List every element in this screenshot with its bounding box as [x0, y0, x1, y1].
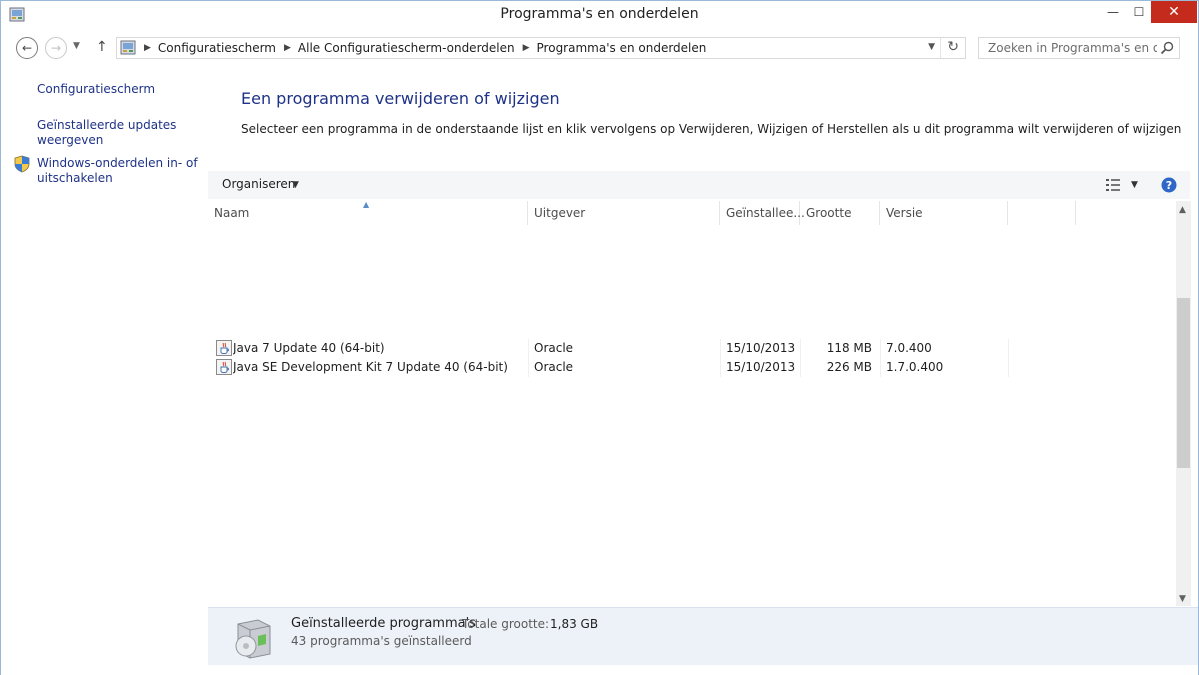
page-description: Selecteer een programma in de onderstaan… — [241, 122, 1181, 136]
window: Programma's en onderdelen — ☐ ✕ ← → ▼ ↑ … — [0, 0, 1199, 675]
program-list: Java 7 Update 40 (64-bit) Oracle 15/10/2… — [208, 339, 1176, 377]
column-header-name[interactable]: Naam ▲ — [208, 200, 528, 225]
column-divider — [528, 339, 529, 358]
window-bottom-edge — [1, 665, 1198, 675]
program-name: Java SE Development Kit 7 Update 40 (64-… — [233, 360, 508, 374]
details-title: Geïnstalleerde programma's — [291, 616, 476, 631]
help-icon[interactable]: ? — [1161, 177, 1177, 193]
window-title: Programma's en onderdelen — [500, 6, 699, 22]
command-toolbar: Organiseren ▼ ▼ ? — [208, 171, 1190, 199]
breadcrumb-control-panel[interactable]: Configuratiescherm — [158, 41, 276, 55]
organize-dropdown-icon[interactable]: ▼ — [292, 180, 299, 190]
column-header-row: Naam ▲ Uitgever Geïnstallee... Grootte V… — [208, 200, 1176, 225]
program-publisher: Oracle — [534, 341, 574, 355]
column-divider — [528, 358, 529, 377]
scrollbar-thumb[interactable] — [1177, 298, 1190, 468]
column-divider — [1008, 339, 1009, 358]
program-version: 1.7.0.400 — [886, 360, 944, 374]
column-divider — [880, 339, 881, 358]
up-button[interactable]: ↑ — [96, 39, 108, 55]
column-header-label: Versie — [886, 206, 923, 220]
program-size: 226 MB — [826, 360, 872, 374]
view-options-dropdown-icon[interactable]: ▼ — [1131, 180, 1138, 190]
control-panel-icon — [120, 40, 136, 55]
breadcrumb-separator-icon[interactable]: ▶ — [144, 43, 151, 53]
total-size-label: Totale grootte: — [462, 617, 550, 631]
program-size: 118 MB — [826, 341, 872, 355]
installed-programs-icon — [235, 619, 271, 659]
view-details-icon[interactable] — [1105, 178, 1121, 192]
svg-text:?: ? — [1166, 179, 1172, 192]
search-box[interactable] — [978, 37, 1180, 59]
table-row[interactable]: Java SE Development Kit 7 Update 40 (64-… — [208, 358, 1176, 377]
minimize-button[interactable]: — — [1099, 1, 1127, 23]
navigation-bar: ← → ▼ ↑ ▶ Configuratiescherm ▶ Alle Conf… — [1, 33, 1198, 63]
search-input[interactable] — [979, 38, 1157, 58]
maximize-button[interactable]: ☐ — [1125, 1, 1153, 23]
sidebar-item-windows-features[interactable]: Windows-onderdelen in- of uitschakelen — [37, 156, 202, 186]
program-name: Java 7 Update 40 (64-bit) — [233, 341, 385, 355]
organize-button[interactable]: Organiseren — [222, 177, 295, 191]
program-publisher: Oracle — [534, 360, 574, 374]
details-pane: Geïnstalleerde programma's Totale groott… — [208, 607, 1198, 665]
address-divider — [940, 38, 941, 58]
installed-count: 43 programma's geïnstalleerd — [291, 634, 472, 648]
breadcrumb-programs[interactable]: Programma's en onderdelen — [537, 41, 707, 55]
column-header-version[interactable]: Versie — [880, 201, 1008, 225]
java-icon — [216, 340, 232, 356]
scroll-up-icon[interactable]: ▲ — [1179, 205, 1186, 215]
column-header-size[interactable]: Grootte — [800, 201, 880, 225]
back-button[interactable]: ← — [16, 37, 38, 59]
breadcrumb-all-items[interactable]: Alle Configuratiescherm-onderdelen — [298, 41, 515, 55]
recent-locations-icon[interactable]: ▼ — [73, 41, 80, 51]
title-bar[interactable]: Programma's en onderdelen — ☐ ✕ — [1, 1, 1198, 29]
forward-button[interactable]: → — [45, 37, 67, 59]
column-header-label: Uitgever — [534, 206, 586, 220]
program-installed-date: 15/10/2013 — [726, 360, 796, 374]
scroll-down-icon[interactable]: ▼ — [1179, 594, 1186, 604]
column-divider — [880, 358, 881, 377]
program-installed-date: 15/10/2013 — [726, 341, 796, 355]
refresh-icon[interactable]: ↻ — [947, 39, 959, 55]
shield-icon — [14, 155, 30, 173]
column-header-label: Grootte — [806, 206, 852, 220]
column-header-publisher[interactable]: Uitgever — [528, 201, 720, 225]
breadcrumb-separator-icon[interactable]: ▶ — [523, 43, 530, 53]
sidebar-item-control-panel[interactable]: Configuratiescherm — [37, 82, 202, 97]
page-title: Een programma verwijderen of wijzigen — [241, 89, 560, 108]
column-divider — [720, 339, 721, 358]
table-row[interactable]: Java 7 Update 40 (64-bit) Oracle 15/10/2… — [208, 339, 1176, 358]
column-header-label: Geïnstallee... — [726, 206, 805, 220]
column-header-label: Naam — [214, 206, 250, 220]
column-divider — [1008, 358, 1009, 377]
column-divider — [720, 358, 721, 377]
search-icon[interactable] — [1160, 41, 1174, 55]
column-header-empty — [1008, 201, 1076, 225]
breadcrumb-separator-icon[interactable]: ▶ — [284, 43, 291, 53]
vertical-scrollbar[interactable]: ▲ ▼ — [1176, 201, 1191, 606]
address-bar[interactable]: ▶ Configuratiescherm ▶ Alle Configuratie… — [116, 37, 966, 59]
sort-ascending-icon: ▲ — [363, 200, 370, 209]
java-icon — [216, 359, 232, 375]
address-history-dropdown-icon[interactable]: ▼ — [928, 42, 935, 52]
close-button[interactable]: ✕ — [1151, 1, 1197, 23]
program-version: 7.0.400 — [886, 341, 932, 355]
sidebar-item-installed-updates[interactable]: Geïnstalleerde updates weergeven — [37, 118, 202, 148]
total-size-value: 1,83 GB — [550, 617, 599, 631]
column-header-installed-on[interactable]: Geïnstallee... — [720, 201, 805, 225]
